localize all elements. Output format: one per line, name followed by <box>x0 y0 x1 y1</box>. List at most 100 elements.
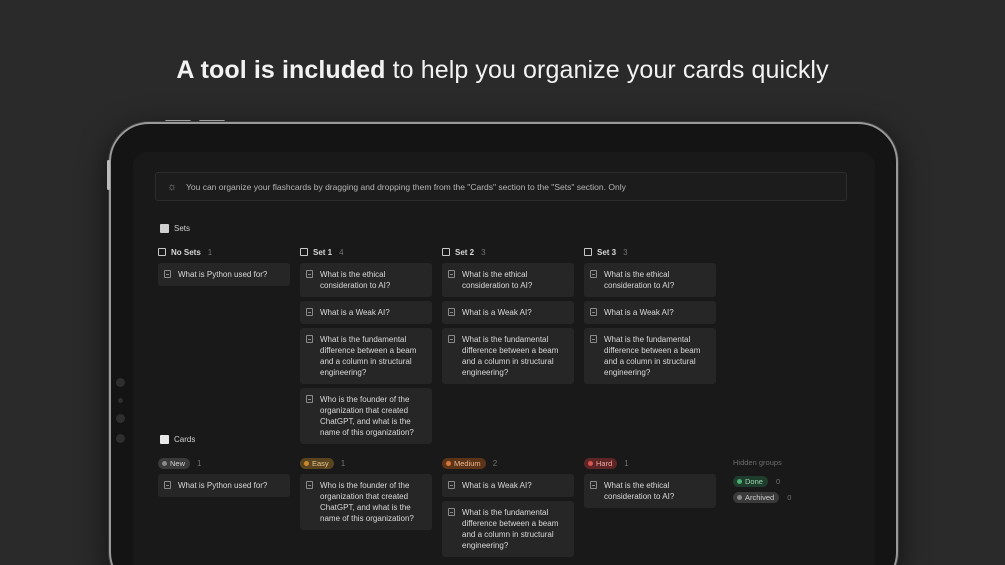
difficulty-column-header[interactable]: Medium 2 <box>442 456 574 470</box>
rail-dot-icon[interactable] <box>116 414 125 423</box>
difficulty-label: Medium <box>454 458 481 468</box>
difficulty-count: 1 <box>340 458 346 468</box>
set-column-count: 3 <box>623 247 628 257</box>
card-item[interactable]: What is the ethical consideration to AI? <box>300 263 432 297</box>
card-question: What is a Weak AI? <box>462 481 532 490</box>
card-question: What is Python used for? <box>178 270 268 279</box>
set-column-count: 1 <box>207 247 213 257</box>
card-icon <box>448 481 455 489</box>
card-item[interactable]: What is a Weak AI? <box>442 301 574 324</box>
set-column-label: Set 2 <box>455 247 475 257</box>
status-dot-icon <box>737 478 742 484</box>
set-column-header[interactable]: No Sets 1 <box>158 245 290 259</box>
card-item[interactable]: What is a Weak AI? <box>300 301 432 324</box>
card-icon <box>306 481 313 489</box>
headline-rest: to help you organize your cards quickly <box>385 56 829 84</box>
difficulty-column-header[interactable]: New 1 <box>158 456 290 470</box>
card-item[interactable]: What is Python used for? <box>158 263 290 286</box>
card-icon <box>306 335 313 343</box>
card-icon <box>590 270 597 278</box>
set-column-header[interactable]: Set 3 3 <box>584 245 716 259</box>
card-item[interactable]: Who is the founder of the organization t… <box>300 474 432 530</box>
set-column-count: 4 <box>339 247 344 257</box>
card-item[interactable]: What is a Weak AI? <box>584 301 716 324</box>
card-item[interactable]: What is the ethical consideration to AI? <box>584 263 716 297</box>
card-item[interactable]: What is the ethical consideration to AI? <box>442 263 574 297</box>
card-icon <box>306 308 313 316</box>
card-question: What is the fundamental difference betwe… <box>320 335 417 377</box>
status-dot-icon <box>162 460 167 466</box>
card-item[interactable]: What is the ethical consideration to AI? <box>584 474 716 508</box>
set-column-header[interactable]: Set 2 3 <box>442 245 574 259</box>
tablet-side-button <box>107 160 110 190</box>
hidden-group-label: Archived <box>745 492 775 502</box>
set-column: Set 1 4 What is the ethical consideration … <box>300 245 432 444</box>
hidden-group-row[interactable]: Archived 0 <box>733 489 843 505</box>
card-question: What is the fundamental difference betwe… <box>462 335 559 377</box>
set-column-header[interactable]: Set 1 4 <box>300 245 432 259</box>
card-item[interactable]: What is the fundamental difference betwe… <box>442 328 574 384</box>
card-question: What is the fundamental difference betwe… <box>604 335 701 377</box>
difficulty-label: New <box>170 458 186 468</box>
lightbulb-icon: ☼ <box>166 180 178 193</box>
card-question: What is the ethical consideration to AI? <box>320 270 391 290</box>
card-item[interactable]: What is Python used for? <box>158 474 290 497</box>
info-callout: ☼ You can organize your flashcards by dr… <box>155 172 847 201</box>
difficulty-label: Easy <box>312 458 329 468</box>
card-question: What is a Weak AI? <box>604 308 674 317</box>
status-dot-icon <box>304 460 309 466</box>
card-icon <box>448 335 455 343</box>
card-icon <box>164 481 171 489</box>
hidden-group-count: 0 <box>787 492 792 502</box>
card-icon <box>590 308 597 316</box>
card-icon <box>448 508 455 516</box>
hidden-group-tag: Archived <box>733 491 780 503</box>
set-icon <box>584 248 592 256</box>
cards-icon <box>160 435 169 444</box>
hidden-group-tag: Done <box>733 475 768 487</box>
difficulty-column: New 1 What is Python used for? <box>158 456 290 497</box>
card-icon <box>448 270 455 278</box>
app-screen: ☼ You can organize your flashcards by dr… <box>133 152 875 565</box>
card-question: What is a Weak AI? <box>462 308 532 317</box>
status-dot-icon <box>588 460 593 466</box>
difficulty-column: Hard 1 What is the ethical consideration t… <box>584 456 716 508</box>
difficulty-tag: Easy <box>300 457 334 469</box>
card-question: What is the fundamental difference betwe… <box>462 508 559 550</box>
card-item[interactable]: What is the fundamental difference betwe… <box>584 328 716 384</box>
card-icon <box>448 308 455 316</box>
card-icon <box>306 270 313 278</box>
sets-icon <box>160 224 169 233</box>
hidden-group-label: Done <box>745 476 763 486</box>
set-column-label: No Sets <box>171 247 201 257</box>
headline-bold: A tool is included <box>176 56 386 84</box>
rail-dot-icon[interactable] <box>116 378 125 387</box>
difficulty-label: Hard <box>596 458 613 468</box>
set-icon <box>158 248 166 256</box>
card-question: What is the ethical consideration to AI? <box>604 481 675 501</box>
card-question: Who is the founder of the organization t… <box>320 481 414 523</box>
difficulty-count: 1 <box>197 458 202 468</box>
card-item[interactable]: Who is the founder of the organization t… <box>300 388 432 444</box>
card-question: What is a Weak AI? <box>320 308 390 317</box>
status-dot-icon <box>446 460 451 466</box>
rail-dot-icon[interactable] <box>118 398 123 403</box>
difficulty-column-header[interactable]: Hard 1 <box>584 456 716 470</box>
set-column: Set 3 3 What is the ethical consideration … <box>584 245 716 384</box>
difficulty-count: 2 <box>492 458 498 468</box>
card-icon <box>590 481 597 489</box>
card-question: What is the ethical consideration to AI? <box>462 270 533 290</box>
card-item[interactable]: What is the fundamental difference betwe… <box>300 328 432 384</box>
set-icon <box>300 248 308 256</box>
card-item[interactable]: What is a Weak AI? <box>442 474 574 497</box>
hidden-group-count: 0 <box>775 476 781 486</box>
card-item[interactable]: What is the fundamental difference betwe… <box>442 501 574 557</box>
hidden-group-row[interactable]: Done 0 <box>733 473 843 489</box>
sets-title-label: Sets <box>174 224 191 233</box>
difficulty-tag: Medium <box>442 457 486 469</box>
callout-text: You can organize your flashcards by drag… <box>186 181 626 192</box>
set-column-count: 3 <box>481 247 486 257</box>
sets-section-title: Sets <box>160 224 190 233</box>
difficulty-column-header[interactable]: Easy 1 <box>300 456 432 470</box>
rail-dot-icon[interactable] <box>116 434 125 443</box>
